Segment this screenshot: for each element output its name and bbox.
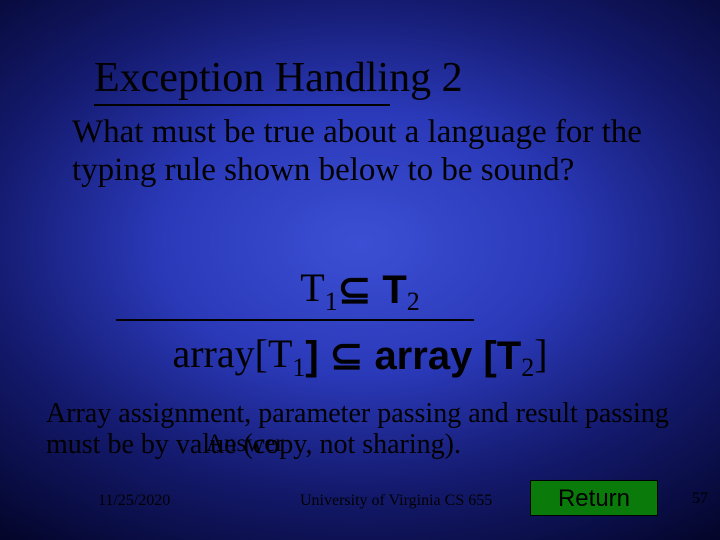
question-text: What must be true about a language for t… [72,114,660,190]
answer-label: Answer [206,430,284,458]
rule-arr1-sub: 1 [292,353,305,382]
rule-arr2-sub: 2 [521,353,534,382]
rule-t1: T [300,265,324,310]
return-button[interactable]: Return [530,480,658,516]
rule-arr1: array[T [172,331,292,376]
footer-affiliation: University of Virginia CS 655 [300,492,492,510]
rule-t1-sub: 1 [325,287,338,316]
slide: Exception Handling 2 What must be true a… [0,0,720,540]
rule-arr2-close: ] [534,331,547,376]
answer-text: Array assignment, parameter passing and … [46,399,674,461]
slide-footer: 11/25/2020 University of Virginia CS 655… [0,480,720,516]
footer-date: 11/25/2020 [98,492,170,510]
slide-title: Exception Handling 2 [94,54,463,102]
page-number: 57 [692,490,708,508]
typing-rule-premise: T1 ⊆ T2 [0,264,720,317]
title-underline [94,104,390,106]
subset-icon: ⊆ T [338,267,407,313]
inference-rule-line [116,319,474,321]
typing-rule-conclusion: array[T1] ⊆ array [T2] [0,330,720,383]
rule-t2-sub: 2 [407,287,420,316]
subset-icon: ] ⊆ array [T [305,333,521,379]
